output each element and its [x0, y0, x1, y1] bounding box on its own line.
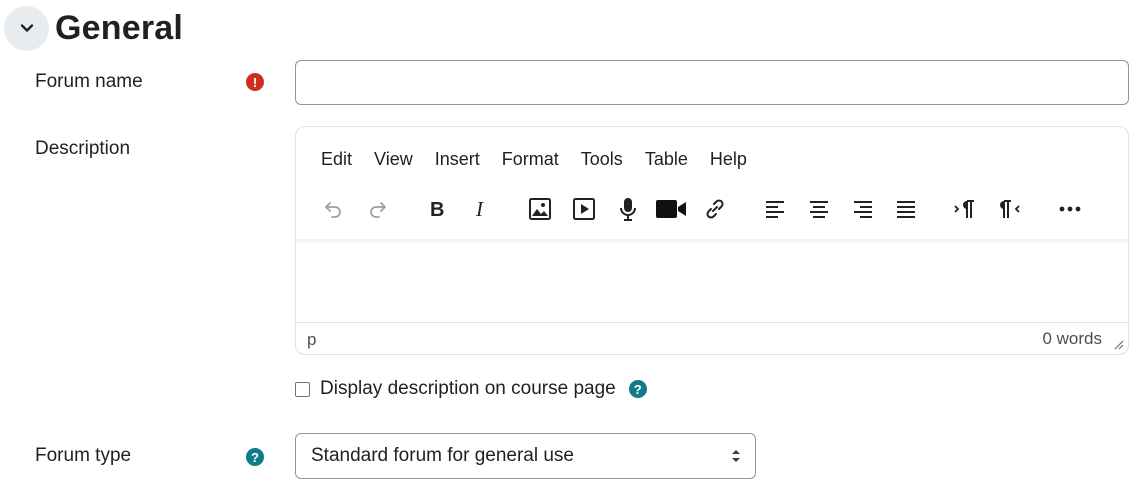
svg-text:I: I — [475, 198, 484, 220]
element-path[interactable]: p — [307, 330, 316, 350]
bold-icon: B — [430, 199, 444, 220]
rtl-icon — [1000, 200, 1020, 218]
align-left-button[interactable] — [758, 193, 792, 225]
exclamation-circle-icon: ! — [246, 73, 264, 91]
link-icon — [706, 199, 724, 219]
section-header: General — [4, 5, 183, 51]
microphone-icon — [620, 198, 636, 221]
section-title: General — [55, 8, 184, 47]
align-center-button[interactable] — [802, 193, 836, 225]
chevron-down-icon — [20, 24, 33, 32]
description-label: Description — [35, 138, 131, 159]
ltr-button[interactable] — [948, 193, 982, 225]
word-count[interactable]: 0 words — [1042, 329, 1102, 349]
question-circle-icon[interactable]: ? — [246, 448, 264, 466]
display-description-row: Display description on course page ? — [295, 378, 647, 400]
insert-image-button[interactable] — [523, 193, 557, 225]
more-icon — [1059, 206, 1081, 212]
editor-header: Edit View Insert Format Tools Table Help… — [296, 127, 1128, 239]
collapse-toggle-button[interactable] — [4, 5, 49, 51]
display-description-checkbox[interactable] — [295, 381, 310, 397]
editor-toolbar: B I — [296, 193, 1128, 225]
menu-view[interactable]: View — [363, 147, 424, 171]
menu-tools[interactable]: Tools — [570, 147, 634, 171]
rtl-button[interactable] — [992, 193, 1026, 225]
undo-button[interactable] — [316, 193, 350, 225]
align-right-icon — [854, 201, 872, 218]
align-center-icon — [810, 201, 828, 218]
image-icon — [529, 198, 551, 220]
record-audio-button[interactable] — [611, 193, 645, 225]
select-arrows-icon — [732, 450, 740, 462]
media-icon — [573, 198, 595, 220]
svg-text:B: B — [430, 199, 444, 220]
forum-name-label: Forum name — [35, 71, 143, 92]
forum-type-selected-value: Standard forum for general use — [311, 445, 574, 466]
align-justify-icon — [897, 201, 915, 218]
editor-menubar: Edit View Insert Format Tools Table Help — [310, 147, 758, 171]
forum-name-input[interactable] — [295, 60, 1129, 105]
video-camera-icon — [656, 200, 686, 218]
bold-button[interactable]: B — [420, 193, 454, 225]
ltr-icon — [954, 200, 974, 218]
display-description-label[interactable]: Display description on course page — [320, 378, 616, 400]
redo-icon — [370, 202, 386, 218]
forum-type-select[interactable]: Standard forum for general use — [295, 433, 756, 479]
record-video-button[interactable] — [654, 193, 688, 225]
redo-button[interactable] — [361, 193, 395, 225]
menu-table[interactable]: Table — [634, 147, 699, 171]
insert-media-button[interactable] — [567, 193, 601, 225]
align-justify-button[interactable] — [889, 193, 923, 225]
more-button[interactable] — [1053, 193, 1087, 225]
align-right-button[interactable] — [846, 193, 880, 225]
menu-format[interactable]: Format — [491, 147, 570, 171]
resize-handle-icon[interactable] — [1112, 338, 1124, 350]
menu-insert[interactable]: Insert — [424, 147, 491, 171]
description-editor: Edit View Insert Format Tools Table Help… — [295, 126, 1129, 355]
insert-link-button[interactable] — [698, 193, 732, 225]
align-left-icon — [766, 201, 784, 218]
forum-type-label: Forum type — [35, 445, 132, 466]
italic-button[interactable]: I — [464, 193, 498, 225]
menu-help[interactable]: Help — [699, 147, 758, 171]
undo-icon — [325, 202, 341, 218]
question-circle-icon[interactable]: ? — [628, 380, 647, 398]
italic-icon: I — [475, 198, 484, 220]
editor-statusbar: p 0 words — [296, 322, 1128, 354]
menu-edit[interactable]: Edit — [310, 147, 363, 171]
